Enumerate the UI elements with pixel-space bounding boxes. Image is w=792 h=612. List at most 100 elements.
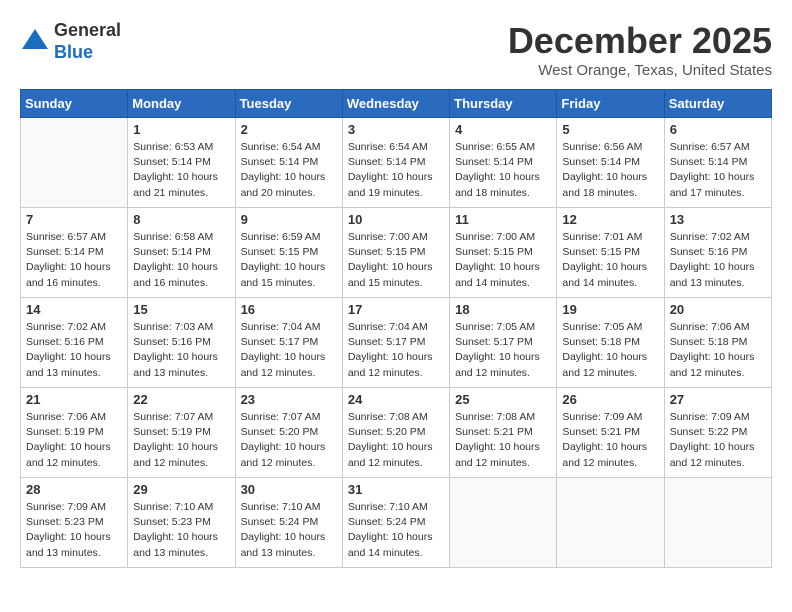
weekday-header: Sunday (21, 90, 128, 118)
day-number: 30 (241, 482, 337, 497)
weekday-header: Tuesday (235, 90, 342, 118)
day-info: Sunrise: 6:55 AMSunset: 5:14 PMDaylight:… (455, 140, 551, 201)
calendar-day-cell: 1Sunrise: 6:53 AMSunset: 5:14 PMDaylight… (128, 118, 235, 208)
calendar-day-cell: 24Sunrise: 7:08 AMSunset: 5:20 PMDayligh… (342, 388, 449, 478)
day-info: Sunrise: 7:09 AMSunset: 5:21 PMDaylight:… (562, 410, 658, 471)
day-info: Sunrise: 6:54 AMSunset: 5:14 PMDaylight:… (348, 140, 444, 201)
calendar-day-cell: 10 Sunrise: 7:00 AMSunset: 5:15 PMDayligh… (342, 208, 449, 298)
calendar-day-cell: 26 Sunrise: 7:09 AMSunset: 5:21 PMDayligh… (557, 388, 664, 478)
day-info: Sunrise: 7:10 AMSunset: 5:24 PMDaylight:… (348, 500, 444, 561)
day-info: Sunrise: 6:56 AMSunset: 5:14 PMDaylight:… (562, 140, 658, 201)
day-info: Sunrise: 7:10 AMSunset: 5:24 PMDaylight:… (241, 500, 337, 561)
day-info: Sunrise: 7:04 AMSunset: 5:17 PMDaylight:… (348, 320, 444, 381)
calendar-day-cell: 29Sunrise: 7:10 AMSunset: 5:23 PMDayligh… (128, 478, 235, 568)
day-number: 5 (562, 122, 658, 137)
day-info: Sunrise: 7:00 AMSunset: 5:15 PMDaylight:… (455, 230, 551, 291)
calendar-day-cell (557, 478, 664, 568)
logo: General Blue (20, 20, 121, 63)
calendar-day-cell: 12 Sunrise: 7:01 AMSunset: 5:15 PMDayligh… (557, 208, 664, 298)
day-info: Sunrise: 7:03 AMSunset: 5:16 PMDaylight:… (133, 320, 229, 381)
logo-icon (20, 27, 50, 57)
title-block: December 2025 West Orange, Texas, United… (508, 20, 772, 79)
day-number: 1 (133, 122, 229, 137)
day-number: 18 (455, 302, 551, 317)
weekday-header: Saturday (664, 90, 771, 118)
day-number: 8 (133, 212, 229, 227)
calendar-day-cell: 27 Sunrise: 7:09 AMSunset: 5:22 PMDayligh… (664, 388, 771, 478)
day-info: Sunrise: 7:05 AMSunset: 5:18 PMDaylight:… (562, 320, 658, 381)
day-number: 3 (348, 122, 444, 137)
logo-blue: Blue (54, 42, 121, 64)
calendar-day-cell: 17 Sunrise: 7:04 AMSunset: 5:17 PMDayligh… (342, 298, 449, 388)
calendar-day-cell: 14 Sunrise: 7:02 AMSunset: 5:16 PMDayligh… (21, 298, 128, 388)
logo-text: General Blue (54, 20, 121, 63)
day-number: 14 (26, 302, 122, 317)
calendar-day-cell: 6Sunrise: 6:57 AMSunset: 5:14 PMDaylight… (664, 118, 771, 208)
location: West Orange, Texas, United States (508, 62, 772, 79)
day-number: 11 (455, 212, 551, 227)
day-number: 17 (348, 302, 444, 317)
day-info: Sunrise: 6:54 AMSunset: 5:14 PMDaylight:… (241, 140, 337, 201)
day-info: Sunrise: 6:57 AMSunset: 5:14 PMDaylight:… (26, 230, 122, 291)
day-info: Sunrise: 7:01 AMSunset: 5:15 PMDaylight:… (562, 230, 658, 291)
calendar-day-cell: 30 Sunrise: 7:10 AMSunset: 5:24 PMDayligh… (235, 478, 342, 568)
day-info: Sunrise: 6:59 AMSunset: 5:15 PMDaylight:… (241, 230, 337, 291)
weekday-header: Monday (128, 90, 235, 118)
calendar-day-cell: 20 Sunrise: 7:06 AMSunset: 5:18 PMDayligh… (664, 298, 771, 388)
day-info: Sunrise: 7:05 AMSunset: 5:17 PMDaylight:… (455, 320, 551, 381)
day-info: Sunrise: 7:06 AMSunset: 5:18 PMDaylight:… (670, 320, 766, 381)
calendar-day-cell: 31Sunrise: 7:10 AMSunset: 5:24 PMDayligh… (342, 478, 449, 568)
day-number: 2 (241, 122, 337, 137)
day-number: 15 (133, 302, 229, 317)
calendar-day-cell: 19Sunrise: 7:05 AMSunset: 5:18 PMDayligh… (557, 298, 664, 388)
calendar-header-row: SundayMondayTuesdayWednesdayThursdayFrid… (21, 90, 772, 118)
day-number: 13 (670, 212, 766, 227)
day-number: 16 (241, 302, 337, 317)
calendar-week-row: 14 Sunrise: 7:02 AMSunset: 5:16 PMDayligh… (21, 298, 772, 388)
day-info: Sunrise: 7:06 AMSunset: 5:19 PMDaylight:… (26, 410, 122, 471)
day-number: 7 (26, 212, 122, 227)
day-number: 28 (26, 482, 122, 497)
day-number: 20 (670, 302, 766, 317)
day-info: Sunrise: 7:09 AMSunset: 5:23 PMDaylight:… (26, 500, 122, 561)
weekday-header: Wednesday (342, 90, 449, 118)
day-number: 25 (455, 392, 551, 407)
day-info: Sunrise: 6:58 AMSunset: 5:14 PMDaylight:… (133, 230, 229, 291)
day-number: 29 (133, 482, 229, 497)
day-number: 22 (133, 392, 229, 407)
day-info: Sunrise: 7:00 AMSunset: 5:15 PMDaylight:… (348, 230, 444, 291)
day-number: 26 (562, 392, 658, 407)
day-info: Sunrise: 7:02 AMSunset: 5:16 PMDaylight:… (26, 320, 122, 381)
day-number: 23 (241, 392, 337, 407)
calendar-day-cell: 11 Sunrise: 7:00 AMSunset: 5:15 PMDayligh… (450, 208, 557, 298)
page-header: General Blue December 2025 West Orange, … (20, 20, 772, 79)
calendar-day-cell: 2 Sunrise: 6:54 AMSunset: 5:14 PMDaylight… (235, 118, 342, 208)
day-number: 12 (562, 212, 658, 227)
calendar-day-cell: 3 Sunrise: 6:54 AMSunset: 5:14 PMDaylight… (342, 118, 449, 208)
day-info: Sunrise: 7:07 AMSunset: 5:20 PMDaylight:… (241, 410, 337, 471)
calendar-day-cell: 9 Sunrise: 6:59 AMSunset: 5:15 PMDaylight… (235, 208, 342, 298)
calendar-day-cell: 13 Sunrise: 7:02 AMSunset: 5:16 PMDayligh… (664, 208, 771, 298)
calendar-day-cell (664, 478, 771, 568)
day-number: 10 (348, 212, 444, 227)
day-info: Sunrise: 7:09 AMSunset: 5:22 PMDaylight:… (670, 410, 766, 471)
calendar-day-cell (21, 118, 128, 208)
day-info: Sunrise: 7:04 AMSunset: 5:17 PMDaylight:… (241, 320, 337, 381)
calendar-day-cell: 28 Sunrise: 7:09 AMSunset: 5:23 PMDayligh… (21, 478, 128, 568)
calendar-day-cell: 8 Sunrise: 6:58 AMSunset: 5:14 PMDaylight… (128, 208, 235, 298)
day-number: 24 (348, 392, 444, 407)
day-number: 27 (670, 392, 766, 407)
calendar-day-cell: 21Sunrise: 7:06 AMSunset: 5:19 PMDayligh… (21, 388, 128, 478)
calendar-day-cell (450, 478, 557, 568)
calendar-week-row: 21Sunrise: 7:06 AMSunset: 5:19 PMDayligh… (21, 388, 772, 478)
day-info: Sunrise: 7:02 AMSunset: 5:16 PMDaylight:… (670, 230, 766, 291)
calendar-day-cell: 22 Sunrise: 7:07 AMSunset: 5:19 PMDayligh… (128, 388, 235, 478)
calendar-day-cell: 16 Sunrise: 7:04 AMSunset: 5:17 PMDayligh… (235, 298, 342, 388)
calendar-week-row: 1Sunrise: 6:53 AMSunset: 5:14 PMDaylight… (21, 118, 772, 208)
day-number: 9 (241, 212, 337, 227)
day-number: 6 (670, 122, 766, 137)
day-info: Sunrise: 7:07 AMSunset: 5:19 PMDaylight:… (133, 410, 229, 471)
month-title: December 2025 (508, 20, 772, 62)
day-number: 4 (455, 122, 551, 137)
calendar-day-cell: 4 Sunrise: 6:55 AMSunset: 5:14 PMDaylight… (450, 118, 557, 208)
